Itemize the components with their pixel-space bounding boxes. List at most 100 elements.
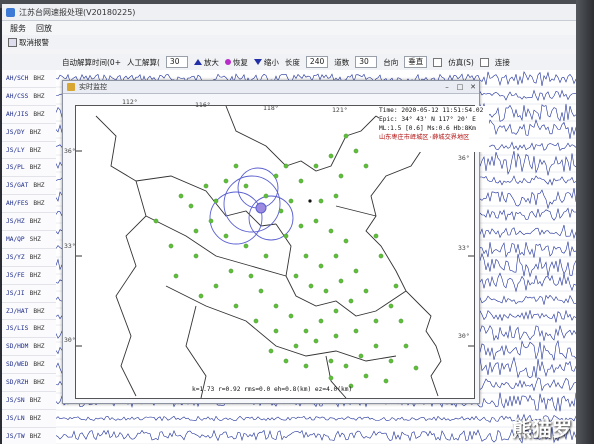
station-marker (363, 163, 369, 169)
station-marker (153, 218, 159, 224)
station-marker (348, 298, 354, 304)
station-code: AH/SCH (6, 74, 29, 82)
minimize-icon[interactable]: – (441, 82, 453, 92)
epicenter-ring (248, 195, 294, 241)
station-marker (388, 358, 394, 364)
triangle-down-icon (253, 59, 262, 65)
province-boundary (185, 305, 207, 399)
station-marker (303, 363, 309, 369)
station-marker (298, 223, 304, 229)
station-marker (223, 233, 229, 239)
station-marker (343, 363, 349, 369)
station-code: JS/YZ (6, 253, 25, 261)
station-channel: BHZ (29, 253, 41, 261)
length-select[interactable]: 240 (305, 56, 329, 68)
station-row[interactable]: JS/LIS BHZ (2, 320, 56, 339)
station-channel: BHZ (33, 182, 45, 190)
station-code: SD/RZH (6, 379, 29, 387)
station-row[interactable]: ZJ/HAT BHZ (2, 303, 56, 321)
station-row[interactable]: AH/SCH BHZ (2, 70, 56, 88)
station-row[interactable]: JS/LN BHZ (2, 410, 56, 428)
station-channel: BHZ (33, 361, 45, 369)
station-marker (303, 328, 309, 334)
triangle-up-icon (193, 59, 202, 65)
station-row[interactable]: JS/SN BHZ (2, 392, 56, 410)
station-marker (273, 173, 279, 179)
zoom-out-button[interactable]: 缩小 (253, 57, 279, 68)
station-marker (403, 343, 409, 349)
station-row[interactable]: JS/GAT BHZ (2, 177, 56, 196)
simulate-checkbox[interactable] (433, 57, 443, 67)
app-icon (6, 7, 15, 17)
lon-tick-label: 112° (122, 98, 138, 106)
restore-button[interactable]: 恢复 (224, 57, 248, 68)
station-row[interactable]: JS/FE BHZ (2, 267, 56, 285)
menu-replay[interactable]: 回放 (36, 23, 52, 34)
screen: 江苏台网速报处理(V20180225) 服务 回放 取消报警 自动解算时间(0+… (2, 4, 578, 444)
event-location: 山东枣庄市峄城区·薛城交界地区 (379, 134, 470, 141)
station-row[interactable]: SD/RZH BHZ (2, 374, 56, 393)
lon-tick-label: 116° (195, 101, 211, 109)
station-code: JS/PL (6, 164, 25, 172)
length-label: 长度 (284, 57, 300, 67)
time-value-field[interactable]: 30 (165, 56, 188, 68)
station-row[interactable]: JS/LY BHZ (2, 142, 56, 160)
connect-checkbox[interactable] (479, 57, 489, 67)
station-code: SD/WED (6, 361, 29, 369)
station-row[interactable]: JS/HZ BHZ (2, 213, 56, 232)
station-marker (333, 333, 339, 339)
station-channel: BHZ (29, 396, 41, 404)
station-row[interactable]: SD/WED BHZ (2, 356, 56, 375)
monitor-bezel-right (576, 0, 594, 444)
epicenter-ring (237, 167, 279, 209)
station-row[interactable]: JS/YZ BHZ (2, 249, 56, 267)
station-row[interactable]: JS/PL BHZ (2, 159, 56, 178)
lon-tick-label: 118° (263, 104, 279, 112)
station-marker (398, 318, 404, 324)
circle-icon (224, 59, 231, 65)
waveform-trace (56, 413, 578, 423)
window-controls: – □ ✕ (441, 82, 479, 92)
station-marker (193, 253, 199, 259)
station-marker (338, 278, 344, 284)
station-code: AH/FES (6, 200, 29, 208)
connect-label: 连接 (494, 57, 510, 67)
event-time: Time: 2020-05-12 11:51:54.02 (379, 107, 484, 114)
station-marker (253, 318, 259, 324)
menu-service[interactable]: 服务 (10, 23, 26, 34)
zoom-in-button[interactable]: 放大 (193, 57, 219, 68)
station-row[interactable]: AH/CSS BHZ (2, 88, 56, 106)
province-boundary (95, 115, 147, 397)
station-row[interactable]: JS/TW BHZ (2, 428, 56, 444)
station-row[interactable]: AH/FES BHZ (2, 195, 56, 214)
station-marker (388, 303, 394, 309)
station-row[interactable]: SD/HDM BHZ (2, 338, 56, 357)
station-marker (293, 273, 299, 279)
close-icon[interactable]: ✕ (467, 82, 479, 92)
manual-label: 人工解算( (126, 57, 160, 67)
track-select[interactable]: 30 (355, 56, 378, 68)
station-channel: BHZ (29, 289, 41, 297)
maximize-icon[interactable]: □ (454, 82, 466, 92)
station-marker (413, 365, 419, 371)
cancel-alarm-button[interactable]: 取消报警 (8, 37, 49, 48)
event-dot (308, 199, 312, 203)
zoom-out-label: 缩小 (263, 57, 279, 67)
station-marker (328, 358, 334, 364)
station-row[interactable]: JS/DY BHZ (2, 124, 56, 142)
station-code: JS/SN (6, 396, 25, 404)
station-row[interactable]: JS/JI BHZ (2, 285, 56, 303)
station-marker (193, 228, 199, 234)
station-marker (178, 193, 184, 199)
event-epicenter: Epic: 34° 43' N 117° 20' E (379, 116, 476, 123)
station-marker (353, 268, 359, 274)
station-marker (268, 348, 274, 354)
station-marker (373, 343, 379, 349)
station-row[interactable]: MA/QP SHZ (2, 231, 56, 249)
station-marker (263, 253, 269, 259)
station-channel: BHZ (33, 200, 45, 208)
station-channel: SHZ (29, 235, 41, 243)
station-row[interactable]: AH/JIS BHZ (2, 106, 56, 124)
direction-select[interactable]: 垂直 (404, 56, 428, 68)
station-marker (293, 343, 299, 349)
